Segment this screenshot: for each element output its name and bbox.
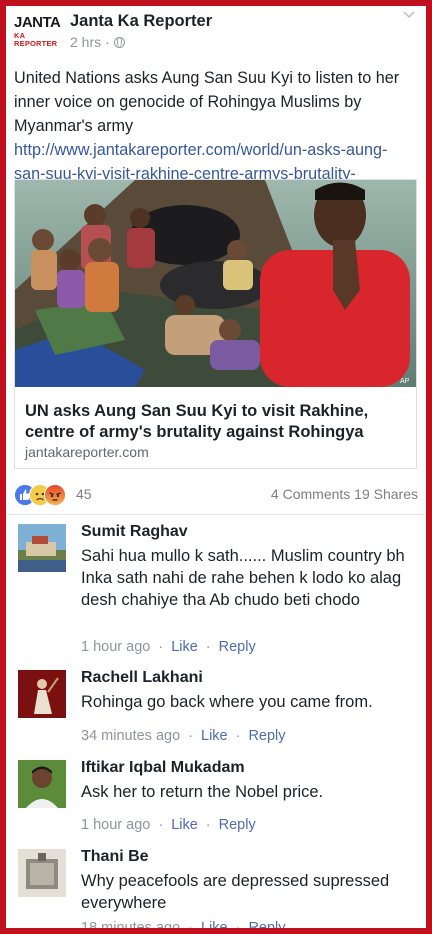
avatar[interactable] — [18, 670, 66, 718]
shares-count[interactable]: 19 Shares — [354, 486, 418, 502]
post-body: United Nations asks Aung San Suu Kyi to … — [14, 69, 400, 135]
commenter-name[interactable]: Thani Be — [81, 848, 149, 866]
avatar[interactable] — [18, 760, 66, 808]
like-link[interactable]: Like — [201, 728, 228, 744]
like-link[interactable]: Like — [171, 817, 198, 833]
like-link[interactable]: Like — [171, 639, 198, 655]
post-header: JANTA KA REPORTER Janta Ka Reporter 2 hr… — [6, 6, 426, 64]
news-photo-illustration: AP — [15, 180, 416, 387]
comment-text: Sahi hua mullo k sath...... Muslim count… — [81, 547, 405, 609]
commenter-name[interactable]: Iftikar Iqbal Mukadam — [81, 759, 245, 777]
commenter-name[interactable]: Sumit Raghav — [81, 523, 188, 541]
reply-link[interactable]: Reply — [248, 920, 285, 928]
globe-icon — [113, 36, 125, 48]
avatar[interactable] — [18, 849, 66, 897]
post-meta: 2 hrs · — [70, 34, 125, 50]
comment-actions: 34 minutes ago · Like · Reply — [81, 728, 286, 744]
comment-actions: 18 minutes ago · Like · Reply — [81, 920, 286, 928]
meta-separator: · — [105, 34, 110, 50]
chevron-down-icon[interactable] — [402, 8, 416, 22]
reaction-count[interactable]: 45 — [76, 486, 92, 502]
page-logo[interactable]: JANTA KA REPORTER — [14, 14, 62, 50]
post-time[interactable]: 2 hrs — [70, 34, 101, 50]
comment-time: 1 hour ago — [81, 817, 151, 833]
comment-time: 34 minutes ago — [81, 728, 181, 744]
avatar[interactable] — [18, 524, 66, 572]
photo-watermark: AP — [400, 378, 410, 385]
comment-time: 1 hour ago — [81, 639, 151, 655]
reply-link[interactable]: Reply — [248, 728, 285, 744]
comment-actions: 1 hour ago · Like · Reply — [81, 817, 256, 833]
logo-text-bottom: KA REPORTER — [14, 31, 58, 48]
reactions-bar: 45 4 Comments 19 Shares — [14, 484, 418, 506]
reply-link[interactable]: Reply — [219, 639, 256, 655]
page-name[interactable]: Janta Ka Reporter — [70, 12, 212, 31]
news-photo[interactable]: AP — [15, 180, 416, 387]
comment-text: Rohinga go back where you came from. — [81, 693, 373, 711]
divider — [6, 514, 426, 515]
comment-actions: 1 hour ago · Like · Reply — [81, 639, 256, 655]
link-preview-card[interactable]: AP UN asks Aung San Suu Kyi to visit Rak… — [14, 179, 417, 469]
comment-share-counts: 4 Comments 19 Shares — [271, 486, 418, 502]
card-title[interactable]: UN asks Aung San Suu Kyi to visit Rakhin… — [25, 401, 410, 443]
comment-text: Ask her to return the Nobel price. — [81, 783, 324, 801]
card-domain: jantakareporter.com — [25, 444, 149, 460]
logo-text-top: JANTA — [14, 14, 61, 31]
like-link[interactable]: Like — [201, 920, 228, 928]
comment-time: 18 minutes ago — [81, 920, 181, 928]
facebook-post-screen: JANTA KA REPORTER Janta Ka Reporter 2 hr… — [6, 6, 426, 928]
comment-text: Why peacefools are depressed supressed e… — [81, 872, 390, 912]
angry-icon[interactable] — [44, 484, 66, 506]
reply-link[interactable]: Reply — [219, 817, 256, 833]
commenter-name[interactable]: Rachell Lakhani — [81, 669, 203, 687]
comments-count[interactable]: 4 Comments — [271, 486, 350, 502]
